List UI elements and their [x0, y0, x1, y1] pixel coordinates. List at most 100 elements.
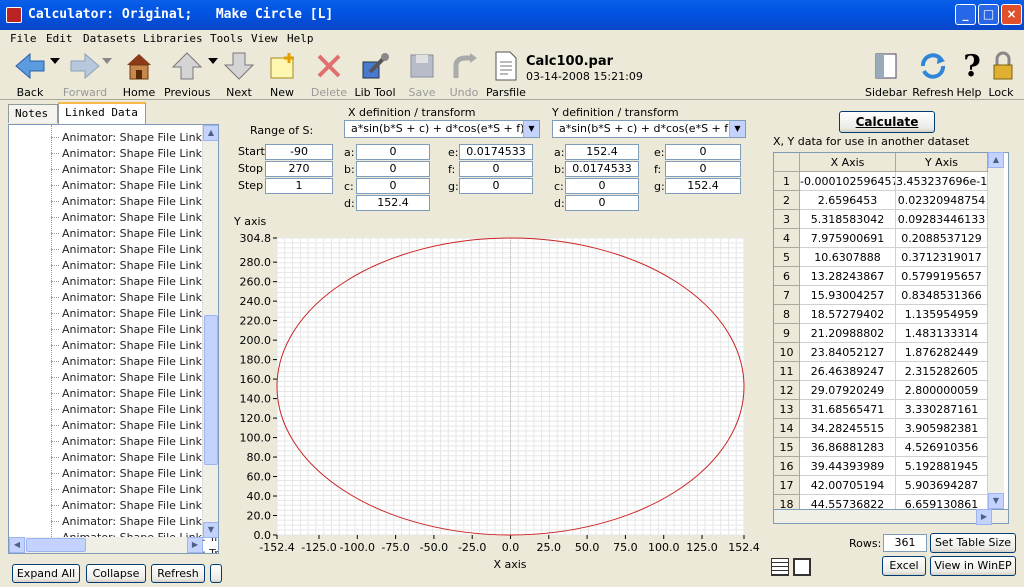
menu-file[interactable]: File: [10, 32, 37, 45]
table-row[interactable]: 9 21.20988802 1.483133314: [774, 324, 1008, 343]
menu-datasets[interactable]: Datasets: [83, 32, 136, 45]
scroll-right-icon[interactable]: ▶: [187, 537, 203, 553]
table-row[interactable]: 11 26.46389247 2.315282605: [774, 362, 1008, 381]
x-value-cell[interactable]: 34.28245515: [800, 419, 896, 438]
x-value-cell[interactable]: 2.6596453: [800, 191, 896, 210]
y-value-cell[interactable]: 4.526910356: [896, 438, 988, 457]
y-value-cell[interactable]: 0.3712319017: [896, 248, 988, 267]
tab-notes[interactable]: Notes: [8, 104, 58, 123]
back-button[interactable]: Back: [10, 50, 50, 99]
y-value-cell[interactable]: 0.5799195657: [896, 267, 988, 286]
save-button[interactable]: Save: [406, 50, 438, 99]
y-value-cell[interactable]: 2.800000059: [896, 381, 988, 400]
x-value-cell[interactable]: 13.28243867: [800, 267, 896, 286]
x-value-cell[interactable]: 18.57279402: [800, 305, 896, 324]
y-value-cell[interactable]: 3.453237696e-11: [896, 172, 988, 191]
y-value-cell[interactable]: 1.135954959: [896, 305, 988, 324]
y-value-cell[interactable]: 0.09283446133: [896, 210, 988, 229]
hscroll-thumb[interactable]: [26, 538, 86, 552]
x-axis-column-header[interactable]: X Axis: [800, 153, 896, 172]
previous-button[interactable]: Previous: [164, 50, 211, 99]
menu-help[interactable]: Help: [287, 32, 314, 45]
excel-button[interactable]: Excel: [882, 556, 926, 576]
y-value-cell[interactable]: 2.315282605: [896, 362, 988, 381]
y-axis-column-header[interactable]: Y Axis: [896, 153, 988, 172]
set-table-size-button[interactable]: Set Table Size: [930, 533, 1016, 553]
y-value-cell[interactable]: 1.876282449: [896, 343, 988, 362]
x-value-cell[interactable]: 31.68565471: [800, 400, 896, 419]
table-row[interactable]: 14 34.28245515 3.905982381: [774, 419, 1008, 438]
scroll-right-icon[interactable]: ▶: [976, 509, 992, 525]
table-row[interactable]: 16 39.44393989 5.192881945: [774, 457, 1008, 476]
delete-button[interactable]: Delete: [310, 50, 348, 99]
parsfile-button[interactable]: Parsfile: [486, 50, 526, 99]
table-row[interactable]: 8 18.57279402 1.135954959: [774, 305, 1008, 324]
table-row[interactable]: 2 2.6596453 0.02320948754: [774, 191, 1008, 210]
more-button[interactable]: [210, 564, 222, 583]
x-value-cell[interactable]: 39.44393989: [800, 457, 896, 476]
y-value-cell[interactable]: 3.330287161: [896, 400, 988, 419]
close-button[interactable]: ×: [1001, 4, 1022, 25]
x-value-cell[interactable]: 29.07920249: [800, 381, 896, 400]
y-value-cell[interactable]: 5.192881945: [896, 457, 988, 476]
single-view-icon[interactable]: [793, 558, 811, 576]
scroll-left-icon[interactable]: ◀: [9, 537, 25, 553]
x-value-cell[interactable]: 23.84052127: [800, 343, 896, 362]
lib-tool-button[interactable]: Lib Tool: [354, 50, 396, 99]
undo-button[interactable]: Undo: [447, 50, 481, 99]
table-row[interactable]: 1 -0.0001025964578 3.453237696e-11: [774, 172, 1008, 191]
y-value-cell[interactable]: 0.8348531366: [896, 286, 988, 305]
x-value-cell[interactable]: -0.0001025964578: [800, 172, 896, 191]
xy-data-table[interactable]: X Axis Y Axis 1 -0.0001025964578 3.4532376…: [773, 152, 1009, 524]
y-value-cell[interactable]: 0.02320948754: [896, 191, 988, 210]
scroll-thumb[interactable]: [204, 315, 218, 465]
scroll-down-icon[interactable]: ▼: [988, 493, 1004, 509]
grid-view-icon[interactable]: [771, 558, 789, 576]
lock-button[interactable]: Lock: [987, 50, 1015, 99]
x-value-cell[interactable]: 7.975900691: [800, 229, 896, 248]
tree-horizontal-scrollbar[interactable]: ◀ ▶: [9, 537, 203, 553]
x-value-cell[interactable]: 10.6307888: [800, 248, 896, 267]
menu-tools[interactable]: Tools: [210, 32, 243, 45]
table-horizontal-scrollbar[interactable]: ▶: [773, 509, 1009, 525]
table-row[interactable]: 4 7.975900691 0.2088537129: [774, 229, 1008, 248]
menu-edit[interactable]: Edit: [46, 32, 73, 45]
table-row[interactable]: 3 5.318583042 0.09283446133: [774, 210, 1008, 229]
menu-libraries[interactable]: Libraries: [143, 32, 203, 45]
x-value-cell[interactable]: 5.318583042: [800, 210, 896, 229]
calculate-button[interactable]: Calculate: [839, 111, 935, 133]
x-value-cell[interactable]: 36.86881283: [800, 438, 896, 457]
refresh-button[interactable]: Refresh: [910, 50, 956, 99]
new-button[interactable]: New: [264, 50, 300, 99]
maximize-button[interactable]: □: [978, 4, 999, 25]
table-row[interactable]: 15 36.86881283 4.526910356: [774, 438, 1008, 457]
y-value-cell[interactable]: 3.905982381: [896, 419, 988, 438]
scroll-up-icon[interactable]: ▲: [203, 125, 218, 141]
table-row[interactable]: 12 29.07920249 2.800000059: [774, 381, 1008, 400]
next-button[interactable]: Next: [222, 50, 256, 99]
tab-linked-data[interactable]: Linked Data: [58, 102, 146, 124]
tree-vertical-scrollbar[interactable]: ▲ ▼: [202, 125, 218, 538]
table-row[interactable]: 13 31.68565471 3.330287161: [774, 400, 1008, 419]
table-row[interactable]: 7 15.93004257 0.8348531366: [774, 286, 1008, 305]
view-in-winep-button[interactable]: View in WinEP: [930, 556, 1016, 576]
scroll-down-icon[interactable]: ▼: [203, 522, 218, 538]
help-button[interactable]: ? Help: [956, 49, 982, 100]
collapse-button[interactable]: Collapse: [86, 564, 146, 583]
table-row[interactable]: 10 23.84052127 1.876282449: [774, 343, 1008, 362]
refresh-tree-button[interactable]: Refresh: [151, 564, 205, 583]
table-vertical-scrollbar[interactable]: ▲ ▼: [988, 152, 1004, 509]
forward-dropdown-icon[interactable]: [102, 58, 112, 64]
x-value-cell[interactable]: 21.20988802: [800, 324, 896, 343]
sidebar-button[interactable]: Sidebar: [864, 50, 908, 99]
y-value-cell[interactable]: 0.2088537129: [896, 229, 988, 248]
table-row[interactable]: 17 42.00705194 5.903694287: [774, 476, 1008, 495]
app-icon[interactable]: [6, 7, 22, 23]
minimize-button[interactable]: _: [955, 4, 976, 25]
home-button[interactable]: Home: [122, 50, 156, 99]
x-value-cell[interactable]: 26.46389247: [800, 362, 896, 381]
x-value-cell[interactable]: 15.93004257: [800, 286, 896, 305]
menu-view[interactable]: View: [251, 32, 278, 45]
expand-all-button[interactable]: Expand All: [12, 564, 80, 583]
scroll-up-icon[interactable]: ▲: [988, 152, 1004, 168]
